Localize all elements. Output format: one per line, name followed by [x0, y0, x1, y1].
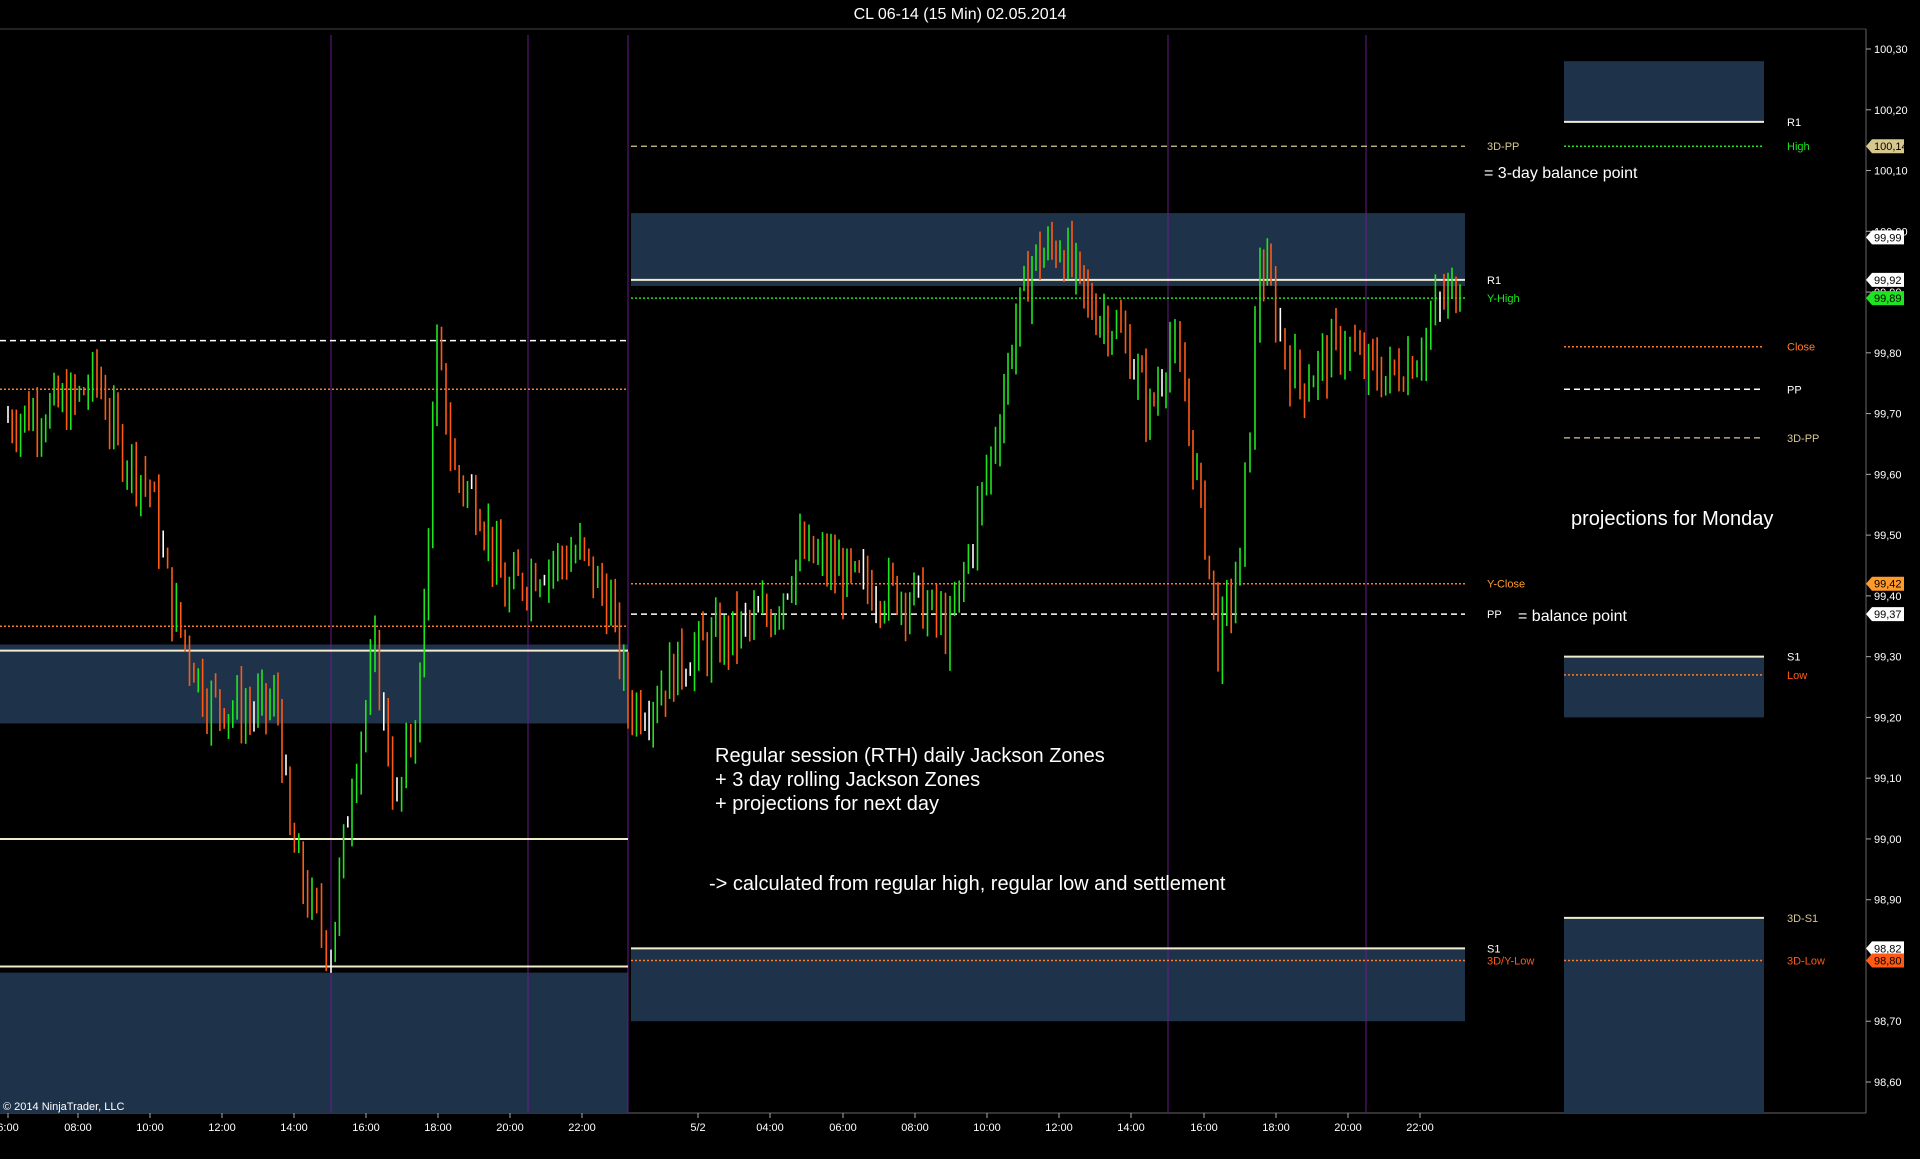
price-badge-label: 99,42 — [1874, 579, 1902, 591]
price-badge-label: 99,37 — [1874, 609, 1902, 621]
copyright-text: © 2014 NinjaTrader, LLC — [3, 1101, 124, 1113]
y-tick-label: 98,60 — [1874, 1077, 1902, 1089]
description-line-3: + projections for next day — [715, 793, 939, 815]
x-tick-label: 16:00 — [352, 1122, 380, 1134]
x-tick-label: 22:00 — [1406, 1122, 1434, 1134]
y-tick-label: 99,60 — [1874, 469, 1902, 481]
y-tick-label: 99,40 — [1874, 591, 1902, 603]
x-tick-label: 18:00 — [424, 1122, 452, 1134]
y-tick-label: 99,50 — [1874, 530, 1902, 542]
level-label: Y-High — [1487, 293, 1520, 305]
y-tick-label: 99,80 — [1874, 348, 1902, 360]
x-tick-label: 6:00 — [0, 1122, 19, 1134]
y-tick-label: 99,20 — [1874, 712, 1902, 724]
level-label: R1 — [1787, 117, 1801, 129]
x-tick-label: 16:00 — [1190, 1122, 1218, 1134]
y-tick-label: 98,70 — [1874, 1016, 1902, 1028]
price-badge-label: 98,80 — [1874, 955, 1902, 967]
x-tick-label: 14:00 — [1117, 1122, 1145, 1134]
candlestick-chart[interactable]: CL 06-14 (15 Min) 02.05.2014 3D-PP R1 Y-Hi… — [0, 0, 1920, 1159]
jackson-zone — [1564, 61, 1764, 122]
y-tick-label: 99,10 — [1874, 773, 1902, 785]
level-label: High — [1787, 141, 1810, 153]
level-label: PP — [1487, 609, 1502, 621]
level-label: S1 — [1787, 652, 1800, 664]
y-tick-label: 99,70 — [1874, 409, 1902, 421]
y-tick-label: 99,30 — [1874, 652, 1902, 664]
x-tick-label: 20:00 — [1334, 1122, 1362, 1134]
description-line-2: + 3 day rolling Jackson Zones — [715, 769, 980, 791]
level-label: 3D-S1 — [1787, 913, 1818, 925]
x-tick-label: 20:00 — [496, 1122, 524, 1134]
level-label: Y-Close — [1487, 579, 1525, 591]
price-badge-label: 99,99 — [1874, 232, 1902, 244]
y-tick-label: 100,30 — [1874, 44, 1908, 56]
price-badge-label: 99,89 — [1874, 293, 1902, 305]
x-tick-label: 14:00 — [280, 1122, 308, 1134]
level-label: 3D-PP — [1487, 141, 1519, 153]
level-label: 3D/Y-Low — [1487, 955, 1534, 967]
level-label: Low — [1787, 670, 1807, 682]
y-tick-label: 99,00 — [1874, 834, 1902, 846]
x-tick-label: 10:00 — [973, 1122, 1001, 1134]
balance-point-note: = balance point — [1518, 608, 1628, 625]
chart-title: CL 06-14 (15 Min) 02.05.2014 — [854, 6, 1067, 23]
x-tick-label: 22:00 — [568, 1122, 596, 1134]
price-badge-label: 100,14 — [1874, 141, 1908, 153]
jackson-zone — [0, 972, 628, 1113]
level-label: 3D-PP — [1787, 433, 1819, 445]
price-badge-label: 99,92 — [1874, 275, 1902, 287]
x-tick-label: 08:00 — [64, 1122, 92, 1134]
x-tick-label: 18:00 — [1262, 1122, 1290, 1134]
description-line-4: -> calculated from regular high, regular… — [709, 873, 1226, 895]
jackson-zone — [1564, 656, 1764, 718]
level-label: S1 — [1487, 943, 1500, 955]
level-label: R1 — [1487, 275, 1501, 287]
x-tick-label: 12:00 — [208, 1122, 236, 1134]
x-tick-label: 06:00 — [829, 1122, 857, 1134]
y-tick-label: 98,90 — [1874, 895, 1902, 907]
level-label: Close — [1787, 342, 1815, 354]
jackson-zone — [0, 644, 628, 724]
x-tick-label: 08:00 — [901, 1122, 929, 1134]
three-day-balance-note: = 3-day balance point — [1484, 165, 1638, 182]
jackson-zone — [631, 948, 1465, 1022]
y-tick-label: 100,20 — [1874, 105, 1908, 117]
x-tick-label: 04:00 — [756, 1122, 784, 1134]
x-tick-label: 10:00 — [136, 1122, 164, 1134]
jackson-zone — [1564, 917, 1764, 1113]
level-label: PP — [1787, 384, 1802, 396]
y-tick-label: 100,10 — [1874, 166, 1908, 178]
x-tick-label: 12:00 — [1045, 1122, 1073, 1134]
x-tick-label: 5/2 — [690, 1122, 705, 1134]
level-label: 3D-Low — [1787, 955, 1825, 967]
projections-monday-note: projections for Monday — [1571, 508, 1773, 530]
description-line-1: Regular session (RTH) daily Jackson Zone… — [715, 745, 1105, 767]
